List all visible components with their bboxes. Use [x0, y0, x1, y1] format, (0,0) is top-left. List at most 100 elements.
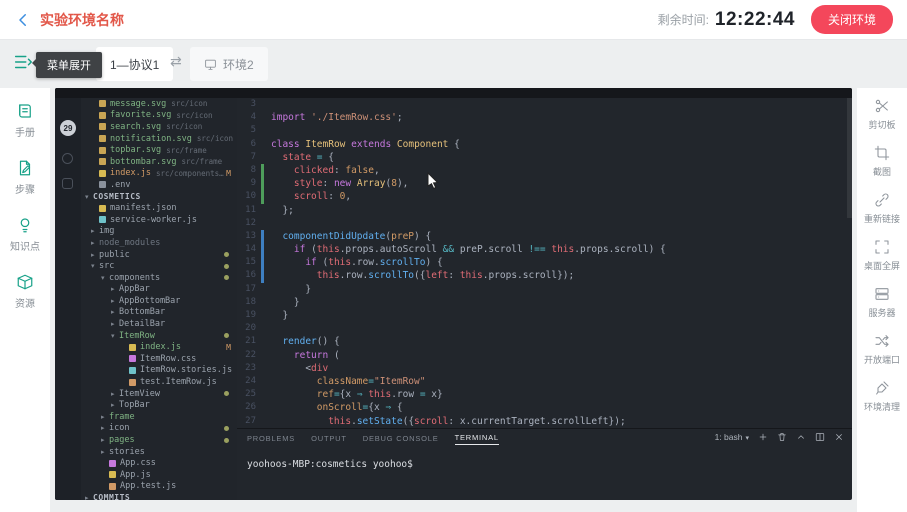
tree-row[interactable]: ▸node_modules	[81, 237, 237, 249]
terminal-prompt[interactable]: yoohoos-MBP:cosmetics yoohoo$	[237, 447, 852, 470]
code-line-13[interactable]: 13 componentDidUpdate(preP) {	[237, 230, 852, 243]
tree-row[interactable]: App.css	[81, 457, 237, 469]
code-line-17[interactable]: 17 }	[237, 283, 852, 296]
tree-row[interactable]: .env	[81, 179, 237, 191]
code-line-4[interactable]: 4import './ItemRow.css';	[237, 111, 852, 124]
tree-row[interactable]: topbar.svgsrc/frame	[81, 144, 237, 156]
chevron-right-icon: ▸	[111, 285, 119, 293]
tree-row[interactable]: ▾src	[81, 260, 237, 272]
tree-row[interactable]: service-worker.js	[81, 214, 237, 226]
tree-row[interactable]: ▸icon	[81, 423, 237, 435]
right-rail-item-desktop-fullscreen[interactable]: 桌面全屏	[864, 239, 900, 272]
tree-row[interactable]: ▾ItemRow	[81, 330, 237, 342]
terminal-close-button[interactable]	[834, 432, 844, 442]
right-rail-item-server[interactable]: 服务器	[868, 286, 895, 319]
code-line-20[interactable]: 20	[237, 322, 852, 335]
tab-protocol-1[interactable]: 1—协议1	[96, 47, 173, 81]
tree-section-commits[interactable]: ▸COMMITS	[81, 492, 237, 500]
back-button[interactable]	[14, 11, 32, 29]
panel-tab-problems[interactable]: PROBLEMS	[247, 432, 295, 445]
right-rail-item-open-ports[interactable]: 开放端口	[864, 333, 900, 366]
tree-row[interactable]: search.svgsrc/icon	[81, 121, 237, 133]
swap-tabs-icon[interactable]: ⇄	[170, 54, 182, 70]
tree-row[interactable]: test.ItemRow.js	[81, 376, 237, 388]
tree-row[interactable]: index.jssrc/components…M	[81, 168, 237, 180]
activity-square-icon[interactable]	[62, 178, 73, 189]
code-line-3[interactable]: 3	[237, 98, 852, 111]
left-rail-item-resources[interactable]: 资源	[15, 273, 35, 310]
right-rail-item-clipboard[interactable]: 剪切板	[868, 98, 895, 131]
tree-row[interactable]: manifest.json	[81, 202, 237, 214]
tree-row[interactable]: ▸DetailBar	[81, 318, 237, 330]
code-line-15[interactable]: 15 if (this.row.scrollTo) {	[237, 256, 852, 269]
code-line-14[interactable]: 14 if (this.props.autoScroll && preP.scr…	[237, 243, 852, 256]
left-rail-item-steps[interactable]: 步骤	[15, 159, 35, 196]
right-rail-item-env-cleanup[interactable]: 环境清理	[864, 380, 900, 413]
code-line-9[interactable]: 9 style: new Array(8),	[237, 177, 852, 190]
terminal-split-button[interactable]	[815, 432, 825, 442]
tree-row[interactable]: favorite.svgsrc/icon	[81, 110, 237, 122]
tree-row[interactable]: ▸AppBar	[81, 284, 237, 296]
tree-row[interactable]: index.jsM	[81, 341, 237, 353]
tree-row[interactable]: ▸pages	[81, 434, 237, 446]
code-line-10[interactable]: 10 scroll: 0,	[237, 190, 852, 203]
left-rail-item-knowledge[interactable]: 知识点	[10, 216, 40, 253]
left-rail-item-manual[interactable]: 手册	[15, 102, 35, 139]
book-icon	[16, 102, 34, 120]
right-rail-item-relink[interactable]: 重新链接	[864, 192, 900, 225]
editor-scrollbar[interactable]	[847, 98, 852, 428]
terminal-trash-button[interactable]	[777, 432, 787, 442]
tree-row[interactable]: ▸img	[81, 226, 237, 238]
tree-row[interactable]: ItemRow.stories.js	[81, 365, 237, 377]
code-line-11[interactable]: 11 };	[237, 204, 852, 217]
tree-row[interactable]: ▸AppBottomBar	[81, 295, 237, 307]
tree-row[interactable]: ▸frame	[81, 411, 237, 423]
line-number: 14	[237, 243, 261, 256]
tree-row[interactable]: ▸TopBar	[81, 399, 237, 411]
activity-bar: 29	[55, 98, 81, 500]
code-line-23[interactable]: 23 <div	[237, 362, 852, 375]
code-line-22[interactable]: 22 return (	[237, 349, 852, 362]
code-line-19[interactable]: 19 }	[237, 309, 852, 322]
tree-row[interactable]: App.test.js	[81, 481, 237, 493]
tree-row[interactable]: bottombar.svgsrc/frame	[81, 156, 237, 168]
terminal-shell-select[interactable]: 1: bash▾	[715, 432, 749, 442]
code-line-6[interactable]: 6class ItemRow extends Component {	[237, 138, 852, 151]
terminal-plus-button[interactable]	[758, 432, 768, 442]
tree-row[interactable]: ▸public	[81, 249, 237, 261]
clean-icon	[874, 380, 890, 396]
file-path-suffix: src/icon	[166, 122, 202, 131]
source-control-badge[interactable]: 29	[60, 120, 76, 136]
tree-row[interactable]: notification.svgsrc/icon	[81, 133, 237, 145]
line-number: 7	[237, 151, 261, 164]
tree-row[interactable]: message.svgsrc/icon	[81, 98, 237, 110]
activity-circle-icon[interactable]	[62, 153, 73, 164]
close-environment-button[interactable]: 关闭环境	[811, 5, 893, 34]
code-line-16[interactable]: 16 this.row.scrollTo({left: this.props.s…	[237, 269, 852, 282]
code-line-8[interactable]: 8 clicked: false,	[237, 164, 852, 177]
terminal-chevron-up-button[interactable]	[796, 432, 806, 442]
code-line-7[interactable]: 7 state = {	[237, 151, 852, 164]
tree-section-cosmetics[interactable]: ▾COSMETICS	[81, 191, 237, 203]
tree-row[interactable]: ▸stories	[81, 446, 237, 458]
code-line-24[interactable]: 24 className="ItemRow"	[237, 375, 852, 388]
code-line-12[interactable]: 12	[237, 217, 852, 230]
code-line-26[interactable]: 26 onScroll={x ⇒ {	[237, 401, 852, 414]
code-line-27[interactable]: 27 this.setState({scroll: x.currentTarge…	[237, 415, 852, 428]
panel-tab-output[interactable]: OUTPUT	[311, 432, 347, 445]
tree-row[interactable]: ▸BottomBar	[81, 307, 237, 319]
tree-row[interactable]: ItemRow.css	[81, 353, 237, 365]
code-line-25[interactable]: 25 ref={x ⇒ this.row = x}	[237, 388, 852, 401]
line-number: 19	[237, 309, 261, 322]
tab-env-2[interactable]: 环境2	[190, 47, 268, 81]
code-line-18[interactable]: 18 }	[237, 296, 852, 309]
tree-row[interactable]: ▸ItemView	[81, 388, 237, 400]
gutter-spacer	[261, 309, 264, 322]
panel-tab-debug-console[interactable]: DEBUG CONSOLE	[363, 432, 439, 445]
right-rail-item-screenshot[interactable]: 截图	[873, 145, 891, 178]
code-line-5[interactable]: 5	[237, 124, 852, 137]
code-line-21[interactable]: 21 render() {	[237, 335, 852, 348]
panel-tab-terminal[interactable]: TERMINAL	[455, 431, 499, 445]
tree-row[interactable]: ▾components	[81, 272, 237, 284]
tree-row[interactable]: App.js	[81, 469, 237, 481]
